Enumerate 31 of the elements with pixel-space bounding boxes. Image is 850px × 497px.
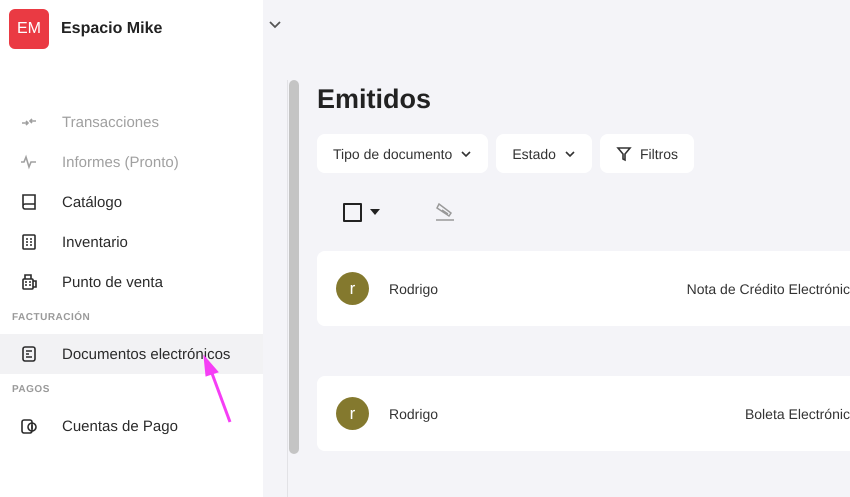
document-type: Nota de Crédito Electrónic	[686, 280, 850, 296]
workspace-logo: EM	[9, 9, 49, 49]
customer-name: Rodrigo	[389, 280, 438, 296]
document-card[interactable]: r Rodrigo Nota de Crédito Electrónic	[317, 251, 850, 326]
caret-icon[interactable]	[370, 209, 380, 215]
customer-name: Rodrigo	[389, 406, 438, 422]
section-heading: FACTURACIÓN	[11, 310, 92, 325]
register-icon	[20, 273, 38, 291]
chevron-down-icon	[564, 150, 576, 158]
funnel-icon	[616, 146, 632, 162]
book-icon	[20, 193, 38, 211]
section-heading: PAGOS	[11, 383, 51, 397]
chevron-down-icon	[460, 150, 472, 158]
avatar: r	[336, 397, 369, 430]
eraser-icon[interactable]	[434, 202, 456, 222]
sidebar-item[interactable]: Documentos electrónicos	[0, 334, 263, 374]
wallet-icon	[20, 417, 38, 435]
document-icon	[20, 345, 38, 363]
workspace-name: Espacio Mike	[61, 20, 162, 38]
pulse-icon	[20, 153, 38, 171]
dropdown-button[interactable]: Tipo de documento	[317, 134, 488, 173]
checkbox[interactable]	[343, 202, 362, 222]
avatar: r	[336, 272, 369, 305]
page-title: Emitidos	[317, 84, 432, 116]
dropdown-button[interactable]: Estado	[496, 134, 592, 173]
document-type: Boleta Electrónic	[744, 406, 850, 422]
document-card[interactable]: r Rodrigo Boleta Electrónic	[317, 376, 850, 451]
scrollbar-thumb[interactable]	[288, 80, 298, 454]
filter-button[interactable]: Filtros	[600, 134, 694, 173]
chevron-down-icon[interactable]	[268, 20, 282, 30]
checklist-icon	[20, 233, 38, 251]
